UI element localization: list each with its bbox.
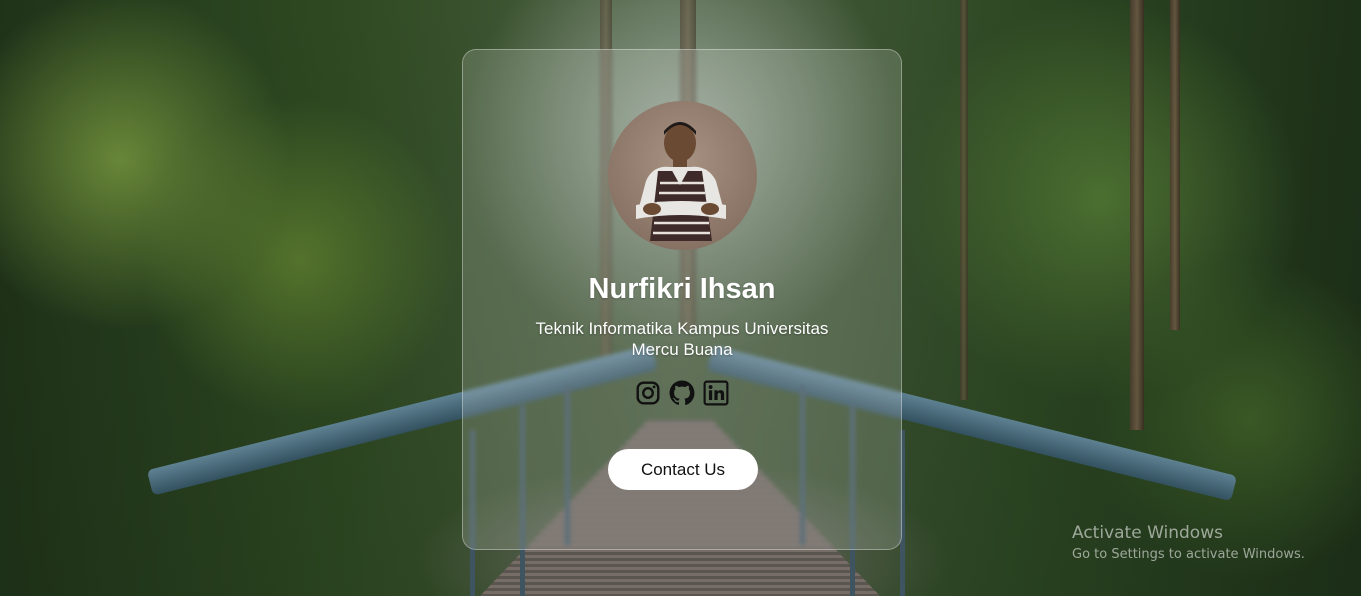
github-icon[interactable] xyxy=(669,380,695,406)
social-links xyxy=(463,380,901,406)
tree-trunk xyxy=(1170,0,1180,330)
profile-subtitle: Teknik Informatika Kampus Universitas Me… xyxy=(503,318,861,360)
person-photo-icon xyxy=(636,122,726,241)
linkedin-icon[interactable] xyxy=(703,380,729,406)
subtitle-line: Mercu Buana xyxy=(631,340,733,359)
activate-windows-watermark: Activate Windows Go to Settings to activ… xyxy=(1072,523,1305,562)
tree-trunk xyxy=(960,0,968,400)
profile-card: Nurfikri Ihsan Teknik Informatika Kampus… xyxy=(462,49,902,550)
contact-us-button[interactable]: Contact Us xyxy=(608,449,758,490)
profile-avatar xyxy=(608,101,757,250)
instagram-icon[interactable] xyxy=(635,380,661,406)
subtitle-line: Teknik Informatika Kampus Universitas xyxy=(535,319,829,338)
watermark-subtitle: Go to Settings to activate Windows. xyxy=(1072,547,1305,562)
watermark-title: Activate Windows xyxy=(1072,523,1223,543)
profile-name: Nurfikri Ihsan xyxy=(588,273,776,305)
tree-trunk xyxy=(1130,0,1144,430)
